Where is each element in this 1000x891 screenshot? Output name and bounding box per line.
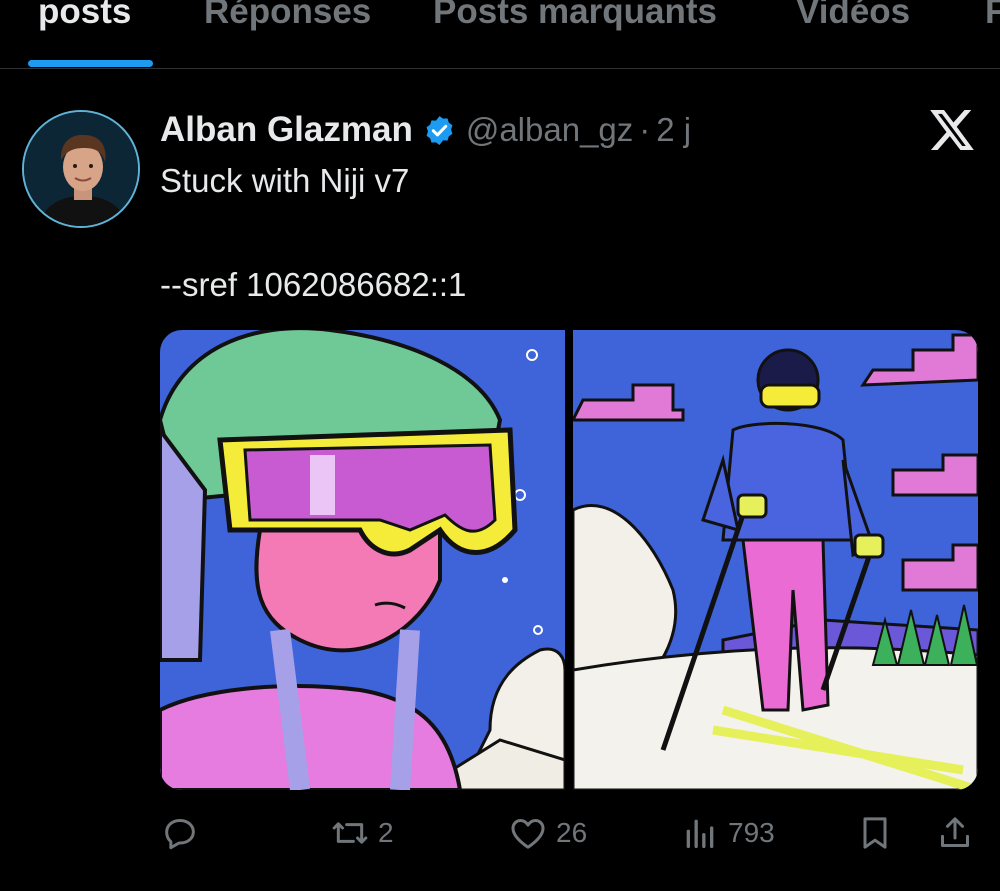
tab-videos[interactable]: Vidéos: [796, 0, 910, 32]
post-action-bar: 2 26 793: [0, 805, 1000, 861]
views-icon: [686, 819, 714, 848]
like-icon: [511, 819, 545, 849]
tab-replies[interactable]: Réponses: [204, 0, 371, 32]
tab-next[interactable]: F: [985, 0, 1000, 32]
bookmark-button[interactable]: [855, 805, 895, 861]
reply-icon: [165, 819, 195, 850]
active-tab-indicator: [28, 60, 153, 67]
bookmark-icon: [863, 817, 887, 849]
like-count: 26: [556, 817, 588, 848]
tab-highlights[interactable]: Posts marquants: [433, 0, 717, 32]
post-time[interactable]: 2 j: [656, 111, 691, 149]
reply-button[interactable]: [160, 805, 200, 861]
views-button[interactable]: 793: [680, 805, 775, 861]
separator: ·: [639, 111, 651, 148]
share-button[interactable]: [935, 805, 975, 861]
retweet-count: 2: [378, 817, 394, 848]
post-media[interactable]: [160, 330, 978, 790]
tabs-divider: [0, 68, 1000, 69]
avatar-photo: [24, 112, 138, 226]
retweet-icon: [332, 822, 368, 844]
verified-badge-icon: [426, 115, 453, 145]
profile-tabs: posts Réponses Posts marquants Vidéos F: [0, 0, 1000, 70]
tab-posts[interactable]: posts: [38, 0, 131, 32]
post-text-line-1: Stuck with Niji v7: [160, 162, 410, 199]
x-logo-icon[interactable]: [930, 110, 974, 150]
post-text-line-2: --sref 1062086682::1: [160, 266, 467, 303]
views-count: 793: [728, 817, 775, 848]
avatar[interactable]: [22, 110, 140, 228]
author-name[interactable]: Alban Glazman: [160, 110, 413, 150]
retweet-button[interactable]: 2: [330, 805, 394, 861]
media-image-skier[interactable]: [573, 330, 978, 790]
author-handle[interactable]: @alban_gz: [466, 111, 633, 149]
media-image-helmet-portrait[interactable]: [160, 330, 565, 790]
share-icon: [941, 817, 969, 847]
post-header: Alban Glazman @alban_gz · 2 j: [160, 106, 691, 154]
like-button[interactable]: 26: [508, 805, 587, 861]
